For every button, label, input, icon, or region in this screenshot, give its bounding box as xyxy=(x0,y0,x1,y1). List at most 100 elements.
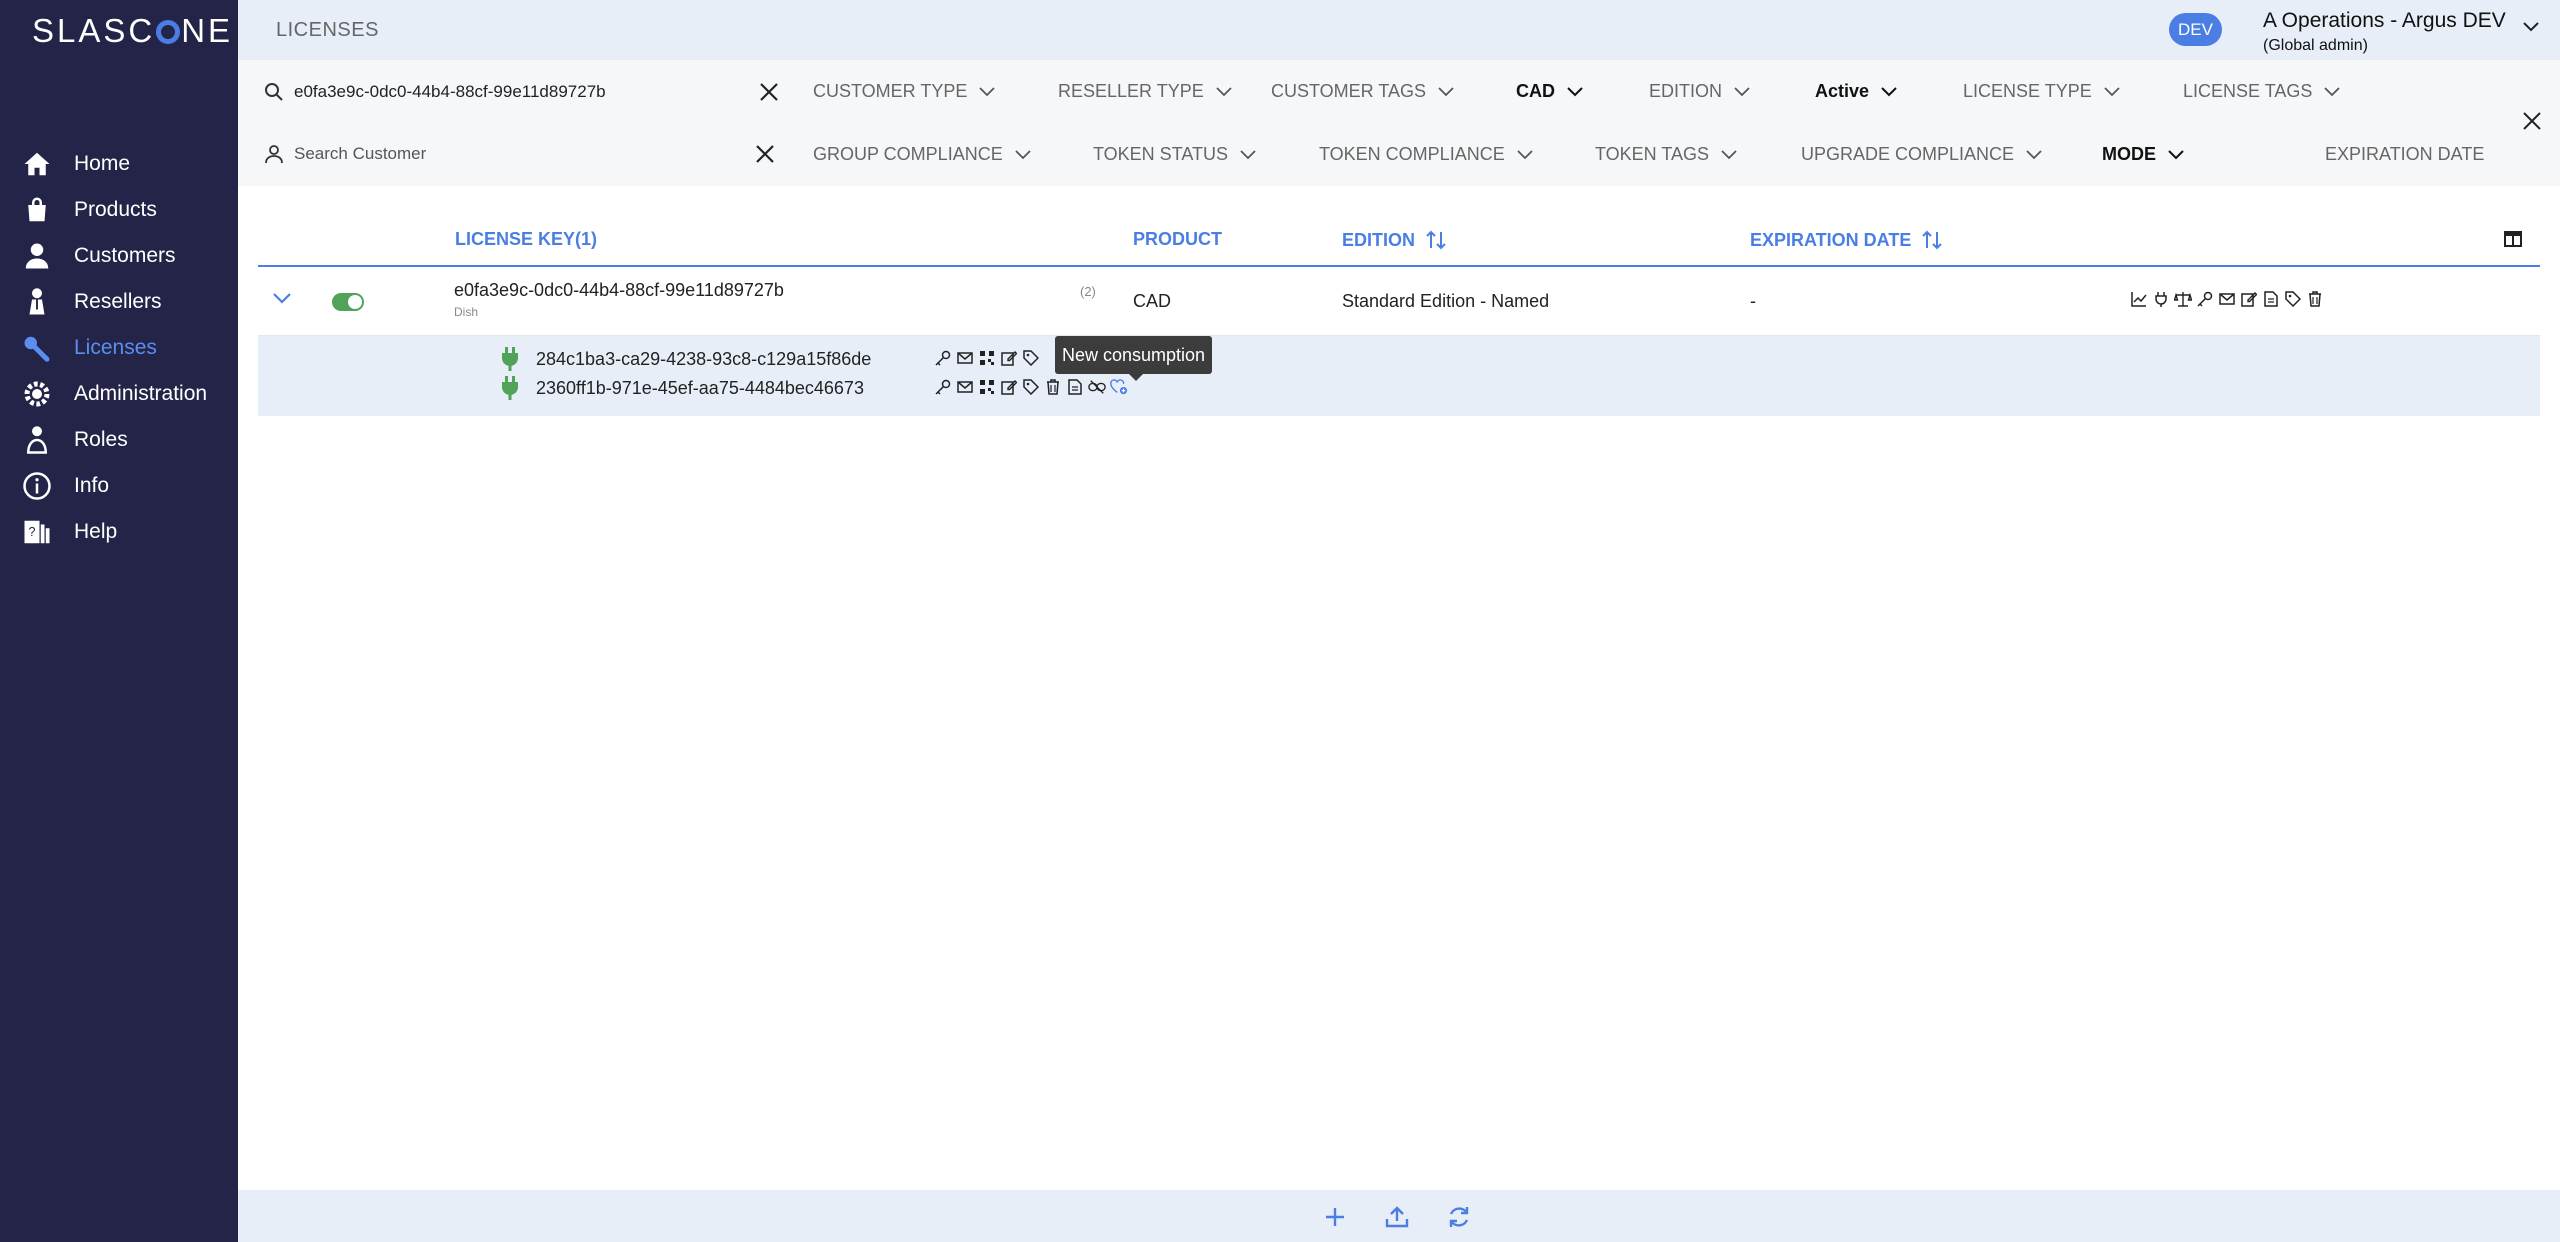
column-license-key[interactable]: LICENSE KEY(1) xyxy=(455,229,597,250)
document-icon[interactable] xyxy=(1066,378,1084,396)
mail-icon[interactable] xyxy=(956,378,974,396)
tag-icon[interactable] xyxy=(1022,378,1040,396)
customer-search[interactable]: Search Customer xyxy=(260,134,800,174)
key-icon[interactable] xyxy=(2196,290,2214,308)
filter-group-compliance[interactable]: GROUP COMPLIANCE xyxy=(813,144,1031,165)
filter-upgrade-compliance[interactable]: UPGRADE COMPLIANCE xyxy=(1801,144,2042,165)
account-name[interactable]: A Operations - Argus DEV xyxy=(2263,9,2506,33)
scale-icon[interactable] xyxy=(2174,290,2192,308)
qr-code-icon[interactable] xyxy=(978,349,996,367)
upload-icon[interactable] xyxy=(1382,1202,1412,1232)
home-icon xyxy=(20,147,54,181)
chevron-down-icon xyxy=(1734,86,1750,96)
license-active-toggle[interactable] xyxy=(332,293,364,311)
filter-mode[interactable]: MODE xyxy=(2102,144,2184,165)
tag-icon[interactable] xyxy=(2284,290,2302,308)
top-bar: LICENSES DEV A Operations - Argus DEV (G… xyxy=(238,0,2560,60)
mail-icon[interactable] xyxy=(2218,290,2236,308)
chevron-down-icon xyxy=(1438,86,1454,96)
filter-status[interactable]: Active xyxy=(1815,81,1897,102)
chevron-down-icon xyxy=(2104,86,2120,96)
reseller-icon xyxy=(20,285,54,319)
token-key[interactable]: 284c1ba3-ca29-4238-93c8-c129a15f86de xyxy=(536,349,871,370)
chevron-down-icon xyxy=(1240,149,1256,159)
column-edition[interactable]: EDITION xyxy=(1342,229,1447,251)
filter-product[interactable]: CAD xyxy=(1516,81,1583,102)
account-role: (Global admin) xyxy=(2263,37,2368,54)
refresh-icon[interactable] xyxy=(1444,1202,1474,1232)
clear-license-search-icon[interactable] xyxy=(758,81,780,103)
filter-expiration-date[interactable]: EXPIRATION DATE xyxy=(2325,144,2484,165)
search-icon xyxy=(264,82,284,107)
filter-customer-tags[interactable]: CUSTOMER TAGS xyxy=(1271,81,1454,102)
chevron-down-icon xyxy=(2168,149,2184,159)
edit-icon[interactable] xyxy=(2240,290,2258,308)
filter-token-status[interactable]: TOKEN STATUS xyxy=(1093,144,1256,165)
table-row[interactable]: e0fa3e9c-0dc0-44b4-88cf-99e11d89727b Dis… xyxy=(258,269,2540,336)
license-key[interactable]: e0fa3e9c-0dc0-44b4-88cf-99e11d89727b xyxy=(454,280,784,301)
plug-icon[interactable] xyxy=(2152,290,2170,308)
page-title: LICENSES xyxy=(276,19,379,41)
key-icon[interactable] xyxy=(934,349,952,367)
info-icon xyxy=(20,469,54,503)
filter-token-compliance[interactable]: TOKEN COMPLIANCE xyxy=(1319,144,1533,165)
filter-edition[interactable]: EDITION xyxy=(1649,81,1750,102)
add-icon[interactable] xyxy=(1320,1202,1350,1232)
license-customer: Dish xyxy=(454,305,479,319)
tag-icon[interactable] xyxy=(1022,349,1040,367)
chevron-down-icon[interactable] xyxy=(272,291,292,310)
sidebar-item-label: Administration xyxy=(74,382,208,405)
token-count: (2) xyxy=(1080,284,1096,299)
document-icon[interactable] xyxy=(2262,290,2280,308)
filter-reseller-type[interactable]: RESELLER TYPE xyxy=(1058,81,1232,102)
customer-search-input[interactable]: Search Customer xyxy=(294,144,426,164)
roles-icon xyxy=(20,423,54,457)
license-search[interactable]: e0fa3e9c-0dc0-44b4-88cf-99e11d89727b xyxy=(260,72,800,112)
bag-icon xyxy=(20,193,54,227)
filter-panel: e0fa3e9c-0dc0-44b4-88cf-99e11d89727b Sea… xyxy=(238,60,2560,186)
column-expiration-date[interactable]: EXPIRATION DATE xyxy=(1750,229,1943,251)
mail-icon[interactable] xyxy=(956,349,974,367)
sort-icon xyxy=(1922,230,1943,250)
logo-ring-icon xyxy=(156,20,181,44)
license-search-input[interactable]: e0fa3e9c-0dc0-44b4-88cf-99e11d89727b xyxy=(294,82,606,102)
help-icon: ? xyxy=(20,515,54,549)
columns-icon[interactable] xyxy=(2504,230,2522,253)
user-outline-icon xyxy=(264,144,284,169)
logo-text-right: NE xyxy=(181,12,234,49)
trash-icon[interactable] xyxy=(1044,378,1062,396)
token-row[interactable]: 2360ff1b-971e-45ef-aa75-4484bec46673 xyxy=(258,374,1258,402)
close-icon[interactable] xyxy=(2522,111,2542,136)
new-consumption-icon[interactable] xyxy=(1110,378,1128,396)
filter-license-type[interactable]: LICENSE TYPE xyxy=(1963,81,2120,102)
plug-icon xyxy=(500,347,520,376)
sidebar-item-label: Licenses xyxy=(74,336,157,359)
license-product: CAD xyxy=(1133,291,1172,311)
sidebar-item-help[interactable]: ? Help xyxy=(0,502,238,562)
sidebar-item-label: Products xyxy=(74,198,157,221)
clear-customer-search-icon[interactable] xyxy=(754,143,776,165)
token-key[interactable]: 2360ff1b-971e-45ef-aa75-4484bec46673 xyxy=(536,378,864,399)
edit-icon[interactable] xyxy=(1000,349,1018,367)
unlink-icon[interactable] xyxy=(1088,378,1106,396)
filter-license-tags[interactable]: LICENSE TAGS xyxy=(2183,81,2341,102)
slascone-logo[interactable]: SLASC NE xyxy=(32,12,233,50)
tooltip: New consumption xyxy=(1055,336,1213,381)
chevron-down-icon[interactable] xyxy=(2522,20,2540,38)
token-list: 284c1ba3-ca29-4238-93c8-c129a15f86de 236… xyxy=(258,336,2540,416)
qr-code-icon[interactable] xyxy=(978,378,996,396)
license-edition: Standard Edition - Named xyxy=(1342,291,1550,311)
chart-icon[interactable] xyxy=(2130,290,2148,308)
filter-token-tags[interactable]: TOKEN TAGS xyxy=(1595,144,1737,165)
plug-icon xyxy=(500,376,520,405)
token-actions xyxy=(934,349,1040,367)
chevron-down-icon xyxy=(979,86,996,96)
edit-icon[interactable] xyxy=(1000,378,1018,396)
filter-customer-type[interactable]: CUSTOMER TYPE xyxy=(813,81,996,102)
column-product[interactable]: PRODUCT xyxy=(1133,229,1222,250)
license-expiration: - xyxy=(1750,291,1756,311)
sidebar-item-label: Help xyxy=(74,520,118,543)
trash-icon[interactable] xyxy=(2306,290,2324,308)
chevron-down-icon xyxy=(1881,86,1897,96)
key-icon[interactable] xyxy=(934,378,952,396)
